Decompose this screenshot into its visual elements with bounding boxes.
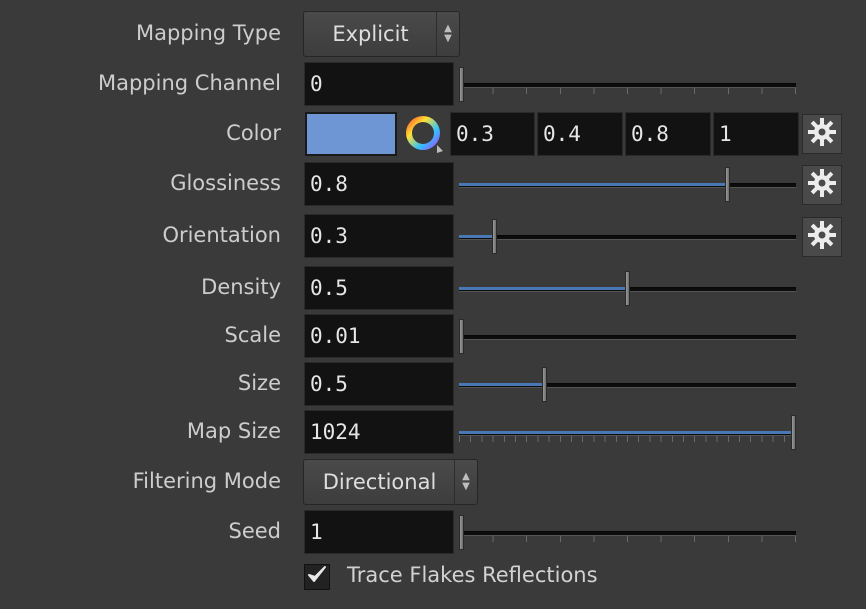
slider-ticks bbox=[459, 536, 796, 542]
slider-ticks bbox=[459, 436, 796, 442]
seed-field[interactable]: 1 bbox=[304, 510, 454, 554]
density-field[interactable]: 0.5 bbox=[304, 266, 454, 310]
size-label: Size bbox=[237, 371, 281, 395]
orientation-gear-button[interactable] bbox=[802, 217, 842, 257]
slider-handle[interactable] bbox=[459, 67, 464, 102]
size-slider[interactable] bbox=[459, 367, 796, 402]
checkmark-icon bbox=[306, 564, 328, 590]
gear-icon bbox=[806, 219, 838, 255]
seed-label: Seed bbox=[228, 519, 282, 543]
color-g-field[interactable]: 0.4 bbox=[537, 112, 623, 156]
slider-handle[interactable] bbox=[459, 515, 464, 550]
size-field[interactable]: 0.5 bbox=[304, 362, 454, 406]
orientation-label: Orientation bbox=[162, 223, 281, 247]
color-wheel-icon[interactable] bbox=[403, 113, 445, 155]
color-gear-button[interactable] bbox=[802, 114, 842, 154]
mapping-type-dropdown[interactable]: Explicit ▲ ▼ bbox=[303, 11, 460, 57]
scale-slider[interactable] bbox=[459, 319, 796, 354]
dropdown-arrows-icon: ▲ ▼ bbox=[436, 12, 459, 56]
orientation-field[interactable]: 0.3 bbox=[304, 214, 454, 258]
trace-flakes-checkbox[interactable] bbox=[304, 564, 330, 590]
density-slider[interactable] bbox=[459, 271, 796, 306]
slider-handle[interactable] bbox=[492, 219, 497, 254]
slider-handle[interactable] bbox=[791, 415, 796, 450]
dropdown-arrows-icon: ▲ ▼ bbox=[454, 460, 477, 504]
color-label: Color bbox=[226, 121, 281, 145]
scale-field[interactable]: 0.01 bbox=[304, 314, 454, 358]
color-swatch[interactable] bbox=[305, 112, 397, 156]
slider-track bbox=[459, 335, 796, 340]
glossiness-slider[interactable] bbox=[459, 167, 796, 202]
gear-icon bbox=[806, 167, 838, 203]
mapping-channel-field[interactable]: 0 bbox=[304, 62, 454, 106]
map-size-label: Map Size bbox=[186, 419, 281, 443]
slider-handle[interactable] bbox=[459, 319, 464, 354]
color-a-field[interactable]: 1 bbox=[713, 112, 799, 156]
slider-fill bbox=[459, 183, 727, 186]
mapping-channel-slider[interactable] bbox=[459, 67, 796, 102]
glossiness-label: Glossiness bbox=[170, 171, 281, 195]
slider-fill bbox=[459, 235, 494, 238]
density-label: Density bbox=[201, 275, 281, 299]
slider-fill bbox=[459, 431, 793, 434]
map-size-field[interactable]: 1024 bbox=[304, 410, 454, 454]
filtering-mode-label: Filtering Mode bbox=[132, 469, 281, 493]
filtering-mode-value: Directional bbox=[322, 470, 437, 494]
slider-handle[interactable] bbox=[542, 367, 547, 402]
gear-icon bbox=[806, 116, 838, 152]
slider-ticks bbox=[459, 88, 796, 94]
color-r-field[interactable]: 0.3 bbox=[450, 112, 535, 156]
glossiness-gear-button[interactable] bbox=[802, 165, 842, 205]
slider-handle[interactable] bbox=[725, 167, 730, 202]
mapping-type-label: Mapping Type bbox=[135, 21, 281, 45]
trace-flakes-label: Trace Flakes Reflections bbox=[347, 563, 598, 587]
slider-fill bbox=[459, 287, 627, 290]
scale-label: Scale bbox=[224, 323, 282, 347]
slider-fill bbox=[459, 383, 544, 386]
slider-track bbox=[459, 235, 796, 240]
map-size-slider[interactable] bbox=[459, 415, 796, 450]
mapping-channel-label: Mapping Channel bbox=[97, 71, 281, 95]
filtering-mode-dropdown[interactable]: Directional ▲ ▼ bbox=[303, 459, 478, 505]
color-b-field[interactable]: 0.8 bbox=[625, 112, 711, 156]
slider-handle[interactable] bbox=[625, 271, 630, 306]
seed-slider[interactable] bbox=[459, 515, 796, 550]
orientation-slider[interactable] bbox=[459, 219, 796, 254]
glossiness-field[interactable]: 0.8 bbox=[304, 162, 454, 206]
